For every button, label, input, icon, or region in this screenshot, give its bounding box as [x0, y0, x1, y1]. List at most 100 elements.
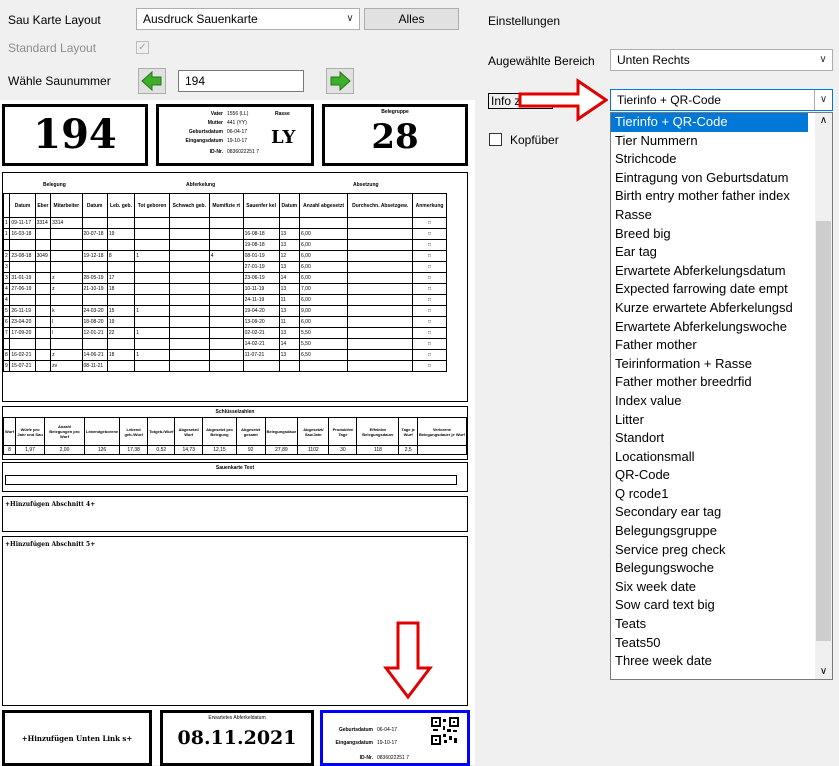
- dropdown-option[interactable]: Father mother: [611, 336, 808, 355]
- dropdown-option[interactable]: Strichcode: [611, 150, 808, 169]
- history-cell: 19-08-18: [242, 239, 280, 251]
- dropdown-option[interactable]: Secondary ear tag: [611, 503, 808, 522]
- dropdown-option[interactable]: Belegungswoche: [611, 559, 808, 578]
- history-cell: □: [412, 316, 447, 328]
- section-4-box: +Hinzufügen Abschnitt 4+: [2, 496, 468, 532]
- history-cell: □: [412, 228, 447, 240]
- dropdown-option[interactable]: Teats: [611, 615, 808, 634]
- dropdown-option[interactable]: Standort: [611, 429, 808, 448]
- history-cell: 17-09-20: [9, 327, 36, 339]
- history-cell: 6,00: [298, 261, 349, 273]
- layout-select[interactable]: Ausdruck Sauenkarte ∨: [136, 8, 360, 30]
- dropdown-option[interactable]: Locationsmall: [611, 448, 808, 467]
- dropdown-option[interactable]: Index value: [611, 392, 808, 411]
- history-cell: 12-01-21: [81, 327, 108, 339]
- red-arrow-down-icon: [383, 621, 433, 700]
- all-button[interactable]: Alles: [364, 8, 459, 30]
- history-row: 3 27-01-19 13 6,00 □: [2, 261, 447, 273]
- dropdown-option[interactable]: Eintragung von Geburtsdatum: [611, 169, 808, 188]
- father-value: 1556 (LL): [227, 111, 249, 117]
- history-cell: [347, 360, 414, 372]
- info-show-dropdown-list[interactable]: Tierinfo + QR-Code Tier Nummern Strichcode…: [610, 112, 833, 680]
- bottom-left-box: +Hinzufügen Unten Link s+: [2, 710, 152, 766]
- standard-layout-checkbox[interactable]: ✓: [136, 41, 149, 54]
- dropdown-option[interactable]: Ear tag: [611, 243, 808, 262]
- history-cell: [208, 294, 244, 306]
- chevron-down-icon: ∨: [346, 13, 354, 24]
- dropdown-option[interactable]: Birth entry mother father index: [611, 187, 808, 206]
- dropdown-option[interactable]: Erwartete Abferkelungsdatum: [611, 262, 808, 281]
- dropdown-option[interactable]: Litter: [611, 411, 808, 430]
- history-cell: 27-06-19: [9, 283, 36, 295]
- history-cell: [208, 272, 244, 284]
- key-value-cell: 126: [83, 445, 121, 455]
- history-cell: [168, 294, 210, 306]
- key-value-cell: 118: [356, 445, 400, 455]
- section-belegung: Belegung: [43, 182, 66, 188]
- previous-arrow-button[interactable]: [138, 68, 166, 94]
- history-cell: 6,50: [298, 349, 349, 361]
- choose-sow-label: Wähle Saunummer: [8, 74, 111, 88]
- dropdown-option[interactable]: Teirinformation + Rasse: [611, 355, 808, 374]
- scroll-up-icon[interactable]: ∧: [815, 115, 832, 126]
- history-cell: [168, 228, 210, 240]
- dropdown-option[interactable]: Kurze erwartete Abferkelungsd: [611, 299, 808, 318]
- key-value-cell: 8: [2, 445, 17, 455]
- dropdown-option[interactable]: QR-Code: [611, 466, 808, 485]
- history-cell: [347, 217, 414, 229]
- dropdown-option[interactable]: Expected farrowing date empt: [611, 280, 808, 299]
- history-cell: [9, 261, 36, 273]
- scrollbar-thumb[interactable]: [816, 221, 831, 641]
- history-cell: 1: [134, 327, 170, 339]
- upside-down-label: Kopfüber: [510, 133, 559, 147]
- key-value-cell: 27,89: [264, 445, 299, 455]
- history-cell: [168, 272, 210, 284]
- dropdown-option[interactable]: Six week date: [611, 578, 808, 597]
- history-cell: zv: [50, 360, 83, 372]
- next-arrow-button[interactable]: [326, 68, 354, 94]
- red-arrow-right-icon: [518, 78, 608, 122]
- history-cell: [208, 338, 244, 350]
- dropdown-option[interactable]: Tier Nummern: [611, 132, 808, 151]
- dropdown-option[interactable]: Teats50: [611, 634, 808, 653]
- dropdown-option[interactable]: Sow card text big: [611, 596, 808, 615]
- dropdown-option[interactable]: Belegungsgruppe: [611, 522, 808, 541]
- history-cell: [134, 239, 170, 251]
- history-cell: 13: [278, 327, 301, 339]
- history-cell: [208, 283, 244, 295]
- dropdown-option[interactable]: Father mother breedrfid: [611, 373, 808, 392]
- history-header-cell: Schwach geb.: [168, 193, 210, 218]
- dropdown-option[interactable]: Erwartete Abferkelungswoche: [611, 318, 808, 337]
- selected-area-select[interactable]: Unten Rechts ∨: [610, 49, 833, 71]
- history-cell: 23-08-18: [9, 250, 36, 262]
- history-cell: 16-02-21: [9, 349, 36, 361]
- history-cell: 14-06-21: [81, 349, 108, 361]
- key-header-cell: Anzahl Belegungen pro Wurf: [44, 417, 85, 446]
- history-cell: □: [412, 305, 447, 317]
- dropdown-scrollbar[interactable]: ∧ ∨: [815, 113, 832, 679]
- info-show-select[interactable]: Tierinfo + QR-Code ∨: [610, 89, 833, 111]
- history-cell: [347, 250, 414, 262]
- dropdown-option[interactable]: Service preg check: [611, 541, 808, 560]
- dropdown-option[interactable]: Breed big: [611, 225, 808, 244]
- history-cell: □: [412, 327, 447, 339]
- breed-label: Rasse: [275, 111, 290, 117]
- bottom-right-box: Geburtsdatum 06-04-17 Eingangsdatum 19-1…: [320, 710, 470, 766]
- dropdown-option[interactable]: Tierinfo + QR-Code: [611, 113, 808, 132]
- br-birthdate-label: Geburtsdatum: [338, 727, 373, 733]
- standard-layout-label: Standard Layout: [8, 41, 97, 55]
- history-cell: 23-06-19: [242, 272, 280, 284]
- dropdown-option[interactable]: Q rcode1: [611, 485, 808, 504]
- history-cell: [34, 272, 52, 284]
- sow-number-input[interactable]: 194: [178, 70, 304, 92]
- history-cell: [168, 305, 210, 317]
- history-cell: 18-08-20: [81, 316, 108, 328]
- dropdown-option[interactable]: Rasse: [611, 206, 808, 225]
- upside-down-checkbox[interactable]: [489, 133, 502, 146]
- history-cell: 11: [278, 316, 301, 328]
- selected-area-value: Unten Rechts: [617, 53, 690, 67]
- dropdown-option[interactable]: Three week date: [611, 652, 808, 671]
- history-cell: [208, 239, 244, 251]
- scroll-down-icon[interactable]: ∨: [815, 666, 832, 677]
- history-cell: [347, 283, 414, 295]
